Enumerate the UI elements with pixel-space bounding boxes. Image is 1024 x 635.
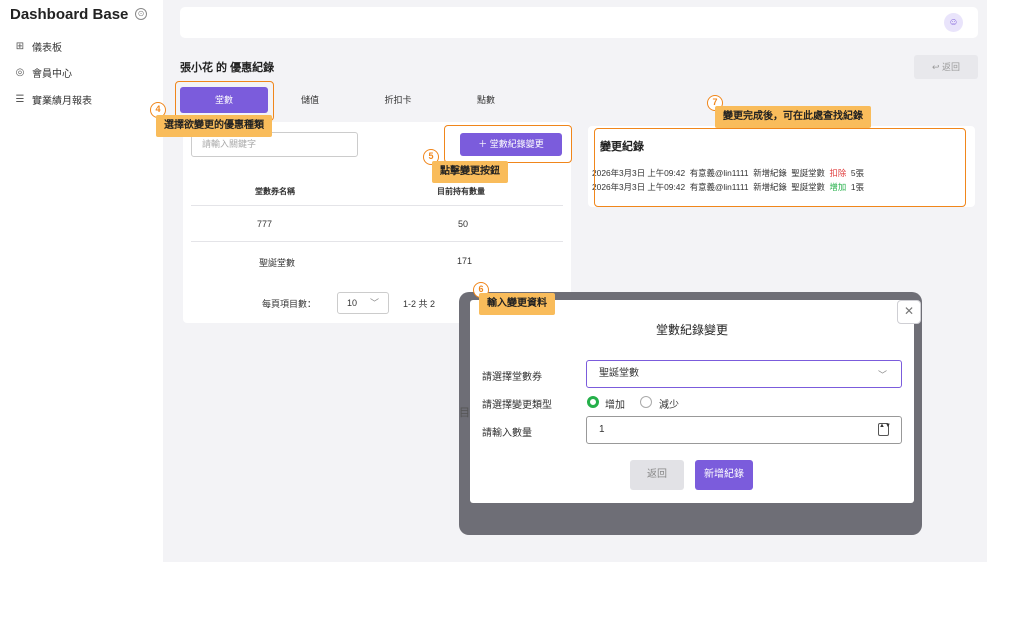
modal-title: 堂數紀錄變更	[655, 323, 728, 337]
step-note: 變更完成後，可在此處查找紀錄	[715, 106, 871, 128]
sidebar-item-report[interactable]: ☰ 實業績月報表	[14, 91, 92, 107]
top-bar	[180, 7, 978, 38]
page-title: 張小花 的 優惠紀錄	[180, 62, 275, 74]
sidebar-item-label: 實業績月報表	[32, 95, 92, 107]
divider	[191, 241, 563, 242]
cell-qty: 50	[458, 219, 469, 229]
sidebar-item-label: 會員中心	[32, 68, 72, 80]
radio-increase-label[interactable]: 增加	[605, 396, 625, 411]
highlight-button	[444, 125, 572, 163]
coupon-select-label: 請選擇堂數券	[482, 372, 542, 383]
cancel-button[interactable]: 返回	[630, 460, 684, 490]
sidebar	[0, 0, 163, 562]
page-size-value: 10	[347, 298, 358, 308]
grid-icon: ⊞	[15, 40, 25, 52]
cell-name: 777	[257, 219, 273, 229]
highlight-history	[594, 128, 966, 207]
quantity-label: 請輸入數量	[482, 428, 532, 439]
page-size-select[interactable]: 10 ﹀	[337, 292, 389, 314]
page-size-label: 每頁項目數：	[262, 299, 317, 309]
stepper-arrows-icon[interactable]: ▲▼	[878, 423, 891, 436]
back-button[interactable]: ↩ 返回	[914, 55, 978, 79]
tab-discount-card[interactable]: 折扣卡	[354, 87, 442, 113]
change-type-label: 請選擇變更類型	[482, 400, 552, 411]
sidebar-item-dashboard[interactable]: ⊞ 儀表板	[14, 38, 62, 54]
user-circle-icon: ◎	[15, 66, 25, 78]
quantity-stepper[interactable]: 1	[586, 416, 902, 444]
sidebar-toggle-icon[interactable]: ⊙	[135, 8, 147, 20]
radio-increase[interactable]	[587, 396, 599, 408]
radio-decrease-label[interactable]: 減少	[659, 396, 679, 411]
step-note: 輸入變更資料	[479, 293, 555, 315]
chevron-down-icon: ﹀	[878, 370, 888, 380]
cell-name: 聖誕堂數	[259, 258, 296, 268]
step-note: 點擊變更按鈕	[432, 161, 508, 183]
coupon-select[interactable]: 聖誕堂數	[586, 360, 902, 388]
add-record-button[interactable]: 新增紀錄	[695, 460, 753, 490]
sidebar-item-members[interactable]: ◎ 會員中心	[14, 64, 72, 80]
divider	[191, 205, 563, 206]
avatar[interactable]: ☺	[944, 13, 963, 32]
column-header-name: 堂數券名稱	[255, 187, 295, 196]
cell-qty: 171	[457, 256, 473, 266]
modal-backdrop-text: 目	[459, 407, 470, 419]
sidebar-item-label: 儀表板	[32, 42, 62, 54]
list-icon: ☰	[15, 93, 25, 105]
chevron-down-icon: ﹀	[370, 298, 380, 308]
tab-stored-value[interactable]: 儲值	[266, 87, 354, 113]
tab-points[interactable]: 點數	[442, 87, 530, 113]
step-note: 選擇欲變更的優惠種類	[156, 115, 272, 137]
page-range: 1-2 共 2	[403, 299, 436, 309]
brand-title: Dashboard Base	[10, 6, 129, 23]
column-header-qty: 目前持有數量	[437, 187, 485, 196]
radio-decrease[interactable]	[640, 396, 652, 408]
